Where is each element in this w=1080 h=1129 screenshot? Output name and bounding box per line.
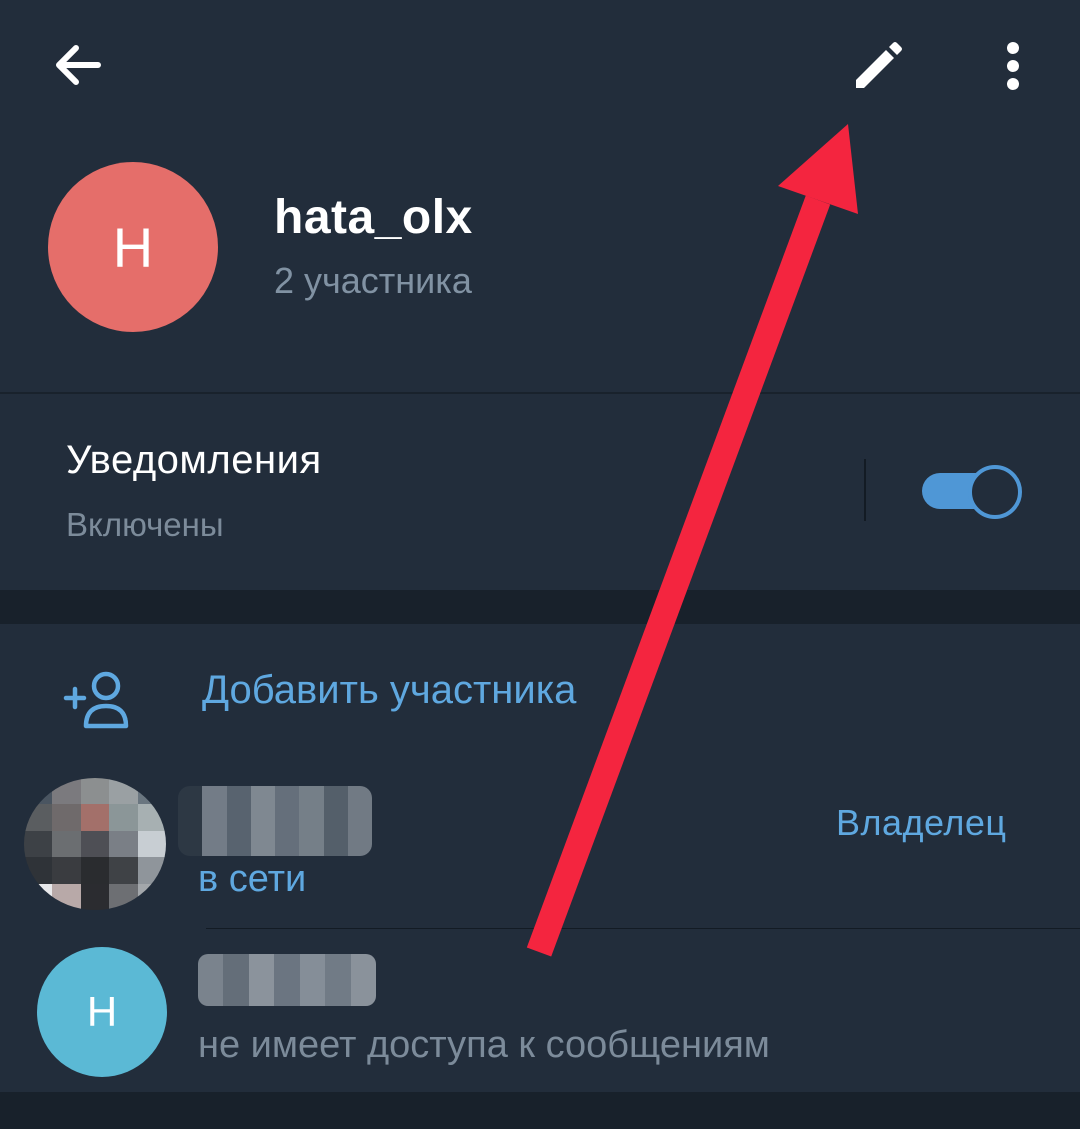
member-avatar-photo[interactable] — [24, 778, 166, 910]
member-avatar[interactable]: H — [37, 947, 167, 1077]
member-name-redacted — [198, 954, 376, 1006]
member-name-redacted — [178, 786, 372, 856]
notifications-label: Уведомления — [66, 438, 322, 482]
arrow-left-icon — [56, 45, 101, 85]
notifications-status: Включены — [66, 506, 224, 543]
add-member-label[interactable]: Добавить участника — [202, 668, 576, 713]
group-title: hata_olx — [274, 191, 473, 244]
group-avatar[interactable]: H — [48, 162, 218, 332]
back-button[interactable] — [40, 30, 120, 100]
more-button[interactable] — [990, 36, 1036, 96]
notifications-toggle[interactable] — [922, 465, 1022, 519]
toggle-knob — [968, 465, 1022, 519]
bottom-area — [0, 1092, 1080, 1129]
member-count: 2 участника — [274, 260, 472, 301]
notifications-row[interactable] — [0, 394, 1080, 590]
more-vertical-icon — [1007, 42, 1019, 90]
row-divider — [206, 928, 1080, 929]
member-status-online: в сети — [198, 858, 307, 900]
member-avatar-letter: H — [86, 988, 118, 1035]
member-role-badge: Владелец — [836, 802, 1007, 843]
add-person-icon — [63, 671, 129, 729]
pencil-icon — [856, 42, 902, 88]
group-avatar-letter: H — [112, 215, 154, 279]
section-gap — [0, 590, 1080, 624]
vertical-separator — [864, 459, 866, 521]
edit-button[interactable] — [842, 34, 912, 104]
member-status: не имеет доступа к сообщениям — [198, 1024, 770, 1066]
